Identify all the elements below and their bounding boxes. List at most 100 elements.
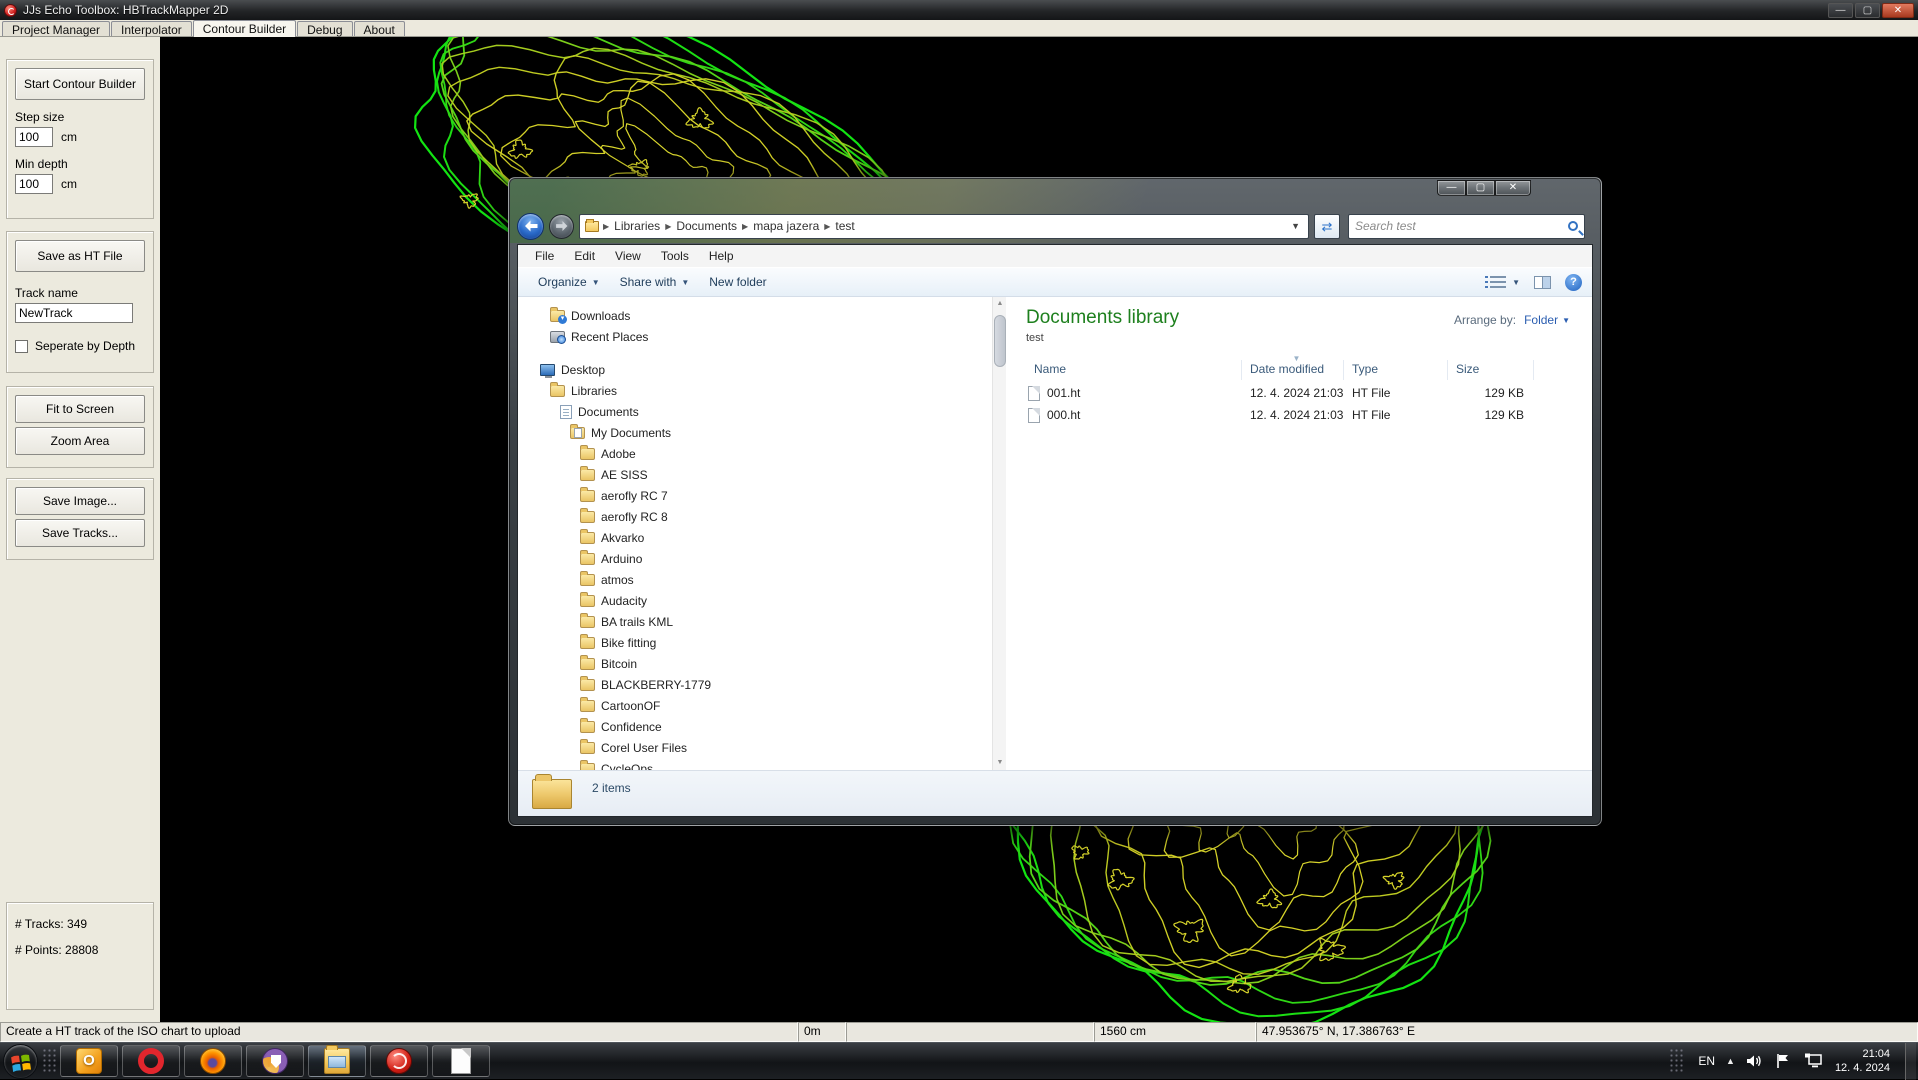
column-header[interactable]: Date modified▼ (1242, 360, 1344, 380)
network-icon[interactable] (1804, 1053, 1824, 1069)
tab-contour-builder[interactable]: Contour Builder (193, 20, 296, 37)
save-tracks-button[interactable]: Save Tracks... (15, 519, 145, 547)
fit-to-screen-button[interactable]: Fit to Screen (15, 395, 145, 423)
opera-icon (138, 1048, 164, 1074)
taskbar-app-explorer[interactable] (308, 1045, 366, 1077)
tree-item[interactable]: Desktop (518, 359, 992, 380)
back-button[interactable] (517, 213, 544, 240)
export-group: Save Image... Save Tracks... (6, 478, 154, 560)
start-button[interactable] (3, 1044, 38, 1079)
tree-item[interactable]: BLACKBERRY-1779 (518, 674, 992, 695)
tree-item[interactable]: Bike fitting (518, 632, 992, 653)
tree-item[interactable]: BA trails KML (518, 611, 992, 632)
change-view-button[interactable]: ▼ (1490, 276, 1520, 288)
tree-item[interactable]: Arduino (518, 548, 992, 569)
breadcrumb-item[interactable]: test (831, 217, 858, 235)
tree-item[interactable]: My Documents (518, 422, 992, 443)
tree-item[interactable]: Bitcoin (518, 653, 992, 674)
search-input[interactable] (1355, 219, 1568, 233)
explorer-minimize-button[interactable]: — (1437, 180, 1466, 196)
breadcrumb-item[interactable]: Documents (672, 217, 741, 235)
tree-item[interactable]: CartoonOF (518, 695, 992, 716)
explorer-maximize-button[interactable]: ▢ (1466, 180, 1495, 196)
clock[interactable]: 21:04 12. 4. 2024 (1835, 1047, 1894, 1076)
volume-icon[interactable] (1746, 1053, 1764, 1069)
taskbar-app-red-disc[interactable] (370, 1045, 428, 1077)
zoom-area-button[interactable]: Zoom Area (15, 427, 145, 455)
action-center-flag-icon[interactable] (1775, 1053, 1793, 1069)
tray-expand-icon[interactable]: ▲ (1726, 1056, 1735, 1066)
save-image-button[interactable]: Save Image... (15, 487, 145, 515)
organize-button[interactable]: Organize▼ (528, 271, 610, 293)
breadcrumb-item[interactable]: Libraries (610, 217, 664, 235)
file-row[interactable]: 001.ht 12. 4. 2024 21:03 HT File 129 KB (1026, 382, 1576, 404)
file-row[interactable]: 000.ht 12. 4. 2024 21:03 HT File 129 KB (1026, 404, 1576, 426)
tree-item[interactable]: Libraries (518, 380, 992, 401)
separate-by-depth-checkbox[interactable] (15, 340, 28, 353)
tree-item[interactable]: aerofly RC 8 (518, 506, 992, 527)
taskbar-app-outlook[interactable] (60, 1045, 118, 1077)
taskbar-app-notepad[interactable] (432, 1045, 490, 1077)
tree-scrollbar[interactable]: ▲ ▼ (992, 297, 1006, 770)
tab-project-manager[interactable]: Project Manager (2, 21, 110, 36)
tab-interpolator[interactable]: Interpolator (111, 21, 192, 36)
save-ht-file-button[interactable]: Save as HT File (15, 240, 145, 272)
tree-item[interactable]: Akvarko (518, 527, 992, 548)
step-size-input[interactable] (15, 127, 53, 147)
track-name-input[interactable] (15, 303, 133, 323)
menu-tools[interactable]: Tools (652, 247, 698, 265)
show-desktop-button[interactable] (1905, 1043, 1916, 1080)
address-folder-icon (585, 221, 599, 232)
taskbar-app-tor-browser[interactable] (246, 1045, 304, 1077)
tree-item[interactable]: Adobe (518, 443, 992, 464)
tree-item[interactable]: atmos (518, 569, 992, 590)
new-folder-button[interactable]: New folder (699, 271, 776, 293)
column-header[interactable]: Size (1448, 360, 1534, 380)
language-indicator[interactable]: EN (1698, 1054, 1715, 1068)
preview-pane-button[interactable] (1534, 276, 1551, 289)
menu-view[interactable]: View (606, 247, 650, 265)
start-contour-builder-button[interactable]: Start Contour Builder (15, 68, 145, 100)
share-with-button[interactable]: Share with▼ (610, 271, 700, 293)
taskbar: EN ▲ 21:04 12. 4. 2024 (0, 1042, 1918, 1079)
search-icon[interactable] (1568, 221, 1578, 231)
address-bar[interactable]: ▶ Libraries ▶ Documents ▶ mapa jazera ▶ … (579, 214, 1309, 239)
menu-help[interactable]: Help (700, 247, 743, 265)
arrange-by[interactable]: Arrange by: Folder▼ (1454, 313, 1570, 327)
sort-indicator-icon: ▼ (1293, 354, 1301, 363)
scroll-up-icon[interactable]: ▲ (993, 297, 1007, 311)
tree-item[interactable]: CycleOps (518, 758, 992, 770)
refresh-button[interactable]: ⇄ (1314, 214, 1340, 239)
taskbar-app-firefox[interactable] (184, 1045, 242, 1077)
explorer-titlebar[interactable]: — ▢ ✕ (517, 178, 1593, 208)
tab-debug[interactable]: Debug (297, 21, 352, 36)
help-button[interactable]: ? (1565, 274, 1582, 291)
column-header[interactable]: Type (1344, 360, 1448, 380)
tab-about[interactable]: About (354, 21, 405, 36)
tree-item[interactable]: Documents (518, 401, 992, 422)
menu-edit[interactable]: Edit (565, 247, 604, 265)
separate-by-depth-label: Seperate by Depth (35, 339, 135, 353)
chevron-down-icon: ▼ (1562, 316, 1570, 325)
menu-file[interactable]: File (526, 247, 563, 265)
tree-item[interactable]: Audacity (518, 590, 992, 611)
tree-item[interactable]: Recent Places (518, 326, 992, 347)
minimize-button[interactable]: — (1828, 3, 1853, 18)
tree-item[interactable]: AE SISS (518, 464, 992, 485)
tree-item[interactable]: Downloads (518, 305, 992, 326)
address-dropdown-icon[interactable]: ▼ (1285, 221, 1306, 231)
maximize-button[interactable]: ▢ (1855, 3, 1880, 18)
forward-button[interactable] (549, 214, 574, 239)
column-header[interactable]: Name (1026, 360, 1242, 380)
tree-item[interactable]: Confidence (518, 716, 992, 737)
explorer-close-button[interactable]: ✕ (1495, 180, 1531, 196)
breadcrumb-item[interactable]: mapa jazera (749, 217, 823, 235)
close-button[interactable]: ✕ (1882, 3, 1914, 18)
tree-item[interactable]: Corel User Files (518, 737, 992, 758)
scrollbar-thumb[interactable] (994, 315, 1006, 367)
folder-icon (580, 616, 595, 628)
tree-item[interactable]: aerofly RC 7 (518, 485, 992, 506)
scroll-down-icon[interactable]: ▼ (993, 756, 1007, 770)
taskbar-app-opera[interactable] (122, 1045, 180, 1077)
min-depth-input[interactable] (15, 174, 53, 194)
